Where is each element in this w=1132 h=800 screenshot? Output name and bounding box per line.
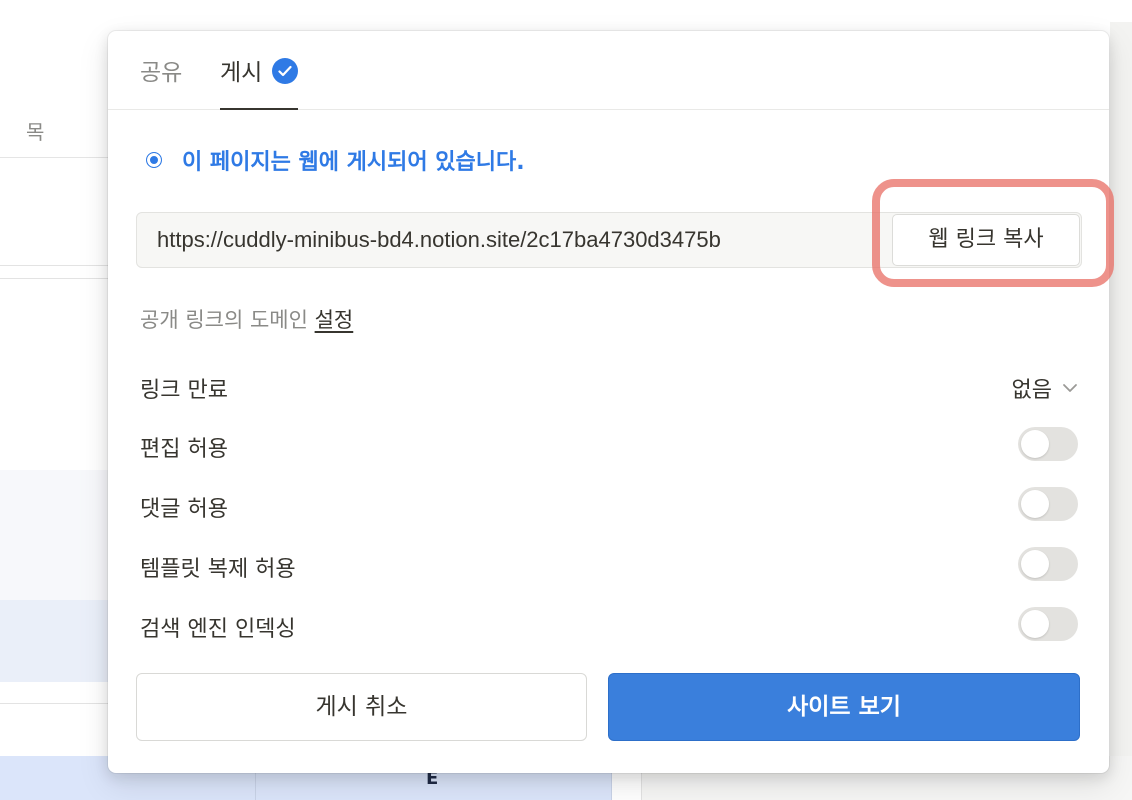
publish-status-text: 이 페이지는 웹에 게시되어 있습니다. xyxy=(182,150,525,175)
bg-divider xyxy=(0,265,110,266)
toggle-knob xyxy=(1021,430,1049,458)
check-circle-icon xyxy=(272,58,299,84)
allow-editing-toggle[interactable] xyxy=(1018,427,1078,461)
link-expiry-value: 없음 xyxy=(1011,378,1052,403)
domain-settings-line: 공개 링크의 도메인 설정 xyxy=(140,304,353,334)
tab-share-label: 공유 xyxy=(140,60,183,86)
domain-label: 공개 링크의 도메인 xyxy=(140,308,308,332)
allow-editing-label: 편집 허용 xyxy=(140,437,228,462)
chevron-down-icon xyxy=(1063,384,1077,392)
allow-duplicate-label: 템플릿 복제 허용 xyxy=(140,557,296,582)
domain-settings-link[interactable]: 설정 xyxy=(315,308,354,332)
allow-comments-toggle[interactable] xyxy=(1018,487,1078,521)
tab-bar: 공유 게시 xyxy=(108,31,1109,110)
tab-share[interactable]: 공유 xyxy=(140,53,182,110)
link-expiry-label: 링크 만료 xyxy=(140,378,228,403)
bg-column-header: 목 xyxy=(0,100,110,158)
toggle-knob xyxy=(1021,490,1049,518)
tab-active-indicator xyxy=(220,108,299,110)
publish-status: 이 페이지는 웹에 게시되어 있습니다. xyxy=(146,144,525,176)
allow-comments-label: 댓글 허용 xyxy=(140,497,228,522)
search-indexing-toggle[interactable] xyxy=(1018,607,1078,641)
bg-scroll-area xyxy=(1110,22,1132,800)
setting-row-search-indexing: 검색 엔진 인덱싱 xyxy=(140,603,1078,643)
bg-divider xyxy=(0,278,110,279)
search-indexing-label: 검색 엔진 인덱싱 xyxy=(140,617,296,642)
bg-divider xyxy=(0,703,110,704)
public-url-text: https://cuddly-minibus-bd4.notion.site/2… xyxy=(157,227,721,252)
bg-column-header-label: 목 xyxy=(26,120,45,144)
setting-row-allow-editing: 편집 허용 xyxy=(140,423,1078,463)
highlight-annotation xyxy=(872,179,1114,287)
link-expiry-select[interactable]: 없음 xyxy=(1012,372,1078,404)
view-site-button[interactable]: 사이트 보기 xyxy=(608,673,1080,741)
tab-publish[interactable]: 게시 xyxy=(220,53,299,110)
radio-dot-icon xyxy=(146,152,162,168)
setting-row-link-expiry: 링크 만료 없음 xyxy=(140,364,1078,404)
toggle-knob xyxy=(1021,610,1049,638)
toggle-knob xyxy=(1021,550,1049,578)
setting-row-allow-comments: 댓글 허용 xyxy=(140,483,1078,523)
setting-row-allow-duplicate: 템플릿 복제 허용 xyxy=(140,543,1078,583)
publish-popover: 공유 게시 이 페이지는 웹에 게시되어 있습니다. https://cuddl… xyxy=(108,31,1114,773)
tab-publish-label: 게시 xyxy=(220,60,263,86)
bg-row-selected xyxy=(0,600,110,682)
allow-duplicate-toggle[interactable] xyxy=(1018,547,1078,581)
bg-row xyxy=(0,470,110,600)
unpublish-button[interactable]: 게시 취소 xyxy=(136,673,587,741)
